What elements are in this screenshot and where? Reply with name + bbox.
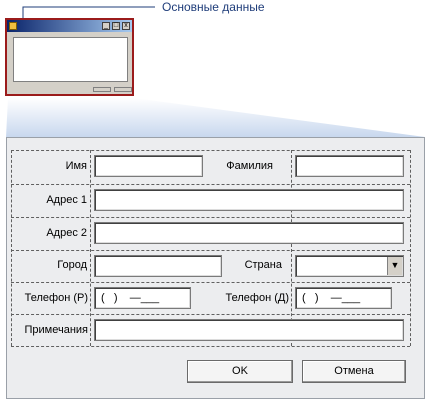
- app-icon: [9, 22, 17, 30]
- phone-home-label: Телефон (Д): [225, 292, 289, 304]
- cancel-button[interactable]: Отмена: [302, 360, 406, 383]
- grid-line: [11, 250, 410, 251]
- grid-line: [11, 282, 410, 283]
- last-name-label: Фамилия: [226, 160, 273, 172]
- grid-line: [11, 217, 410, 218]
- thumbnail-content-area: [13, 37, 128, 82]
- notes-input[interactable]: [94, 319, 404, 341]
- address2-label: Адрес 2: [46, 227, 87, 239]
- city-input[interactable]: [94, 255, 222, 277]
- maximize-icon: □: [112, 22, 120, 30]
- grid-line: [11, 150, 12, 346]
- thumbnail-cancel-button: [114, 87, 132, 92]
- city-label: Город: [57, 259, 87, 271]
- phone-home-input[interactable]: ( ) —___: [295, 287, 392, 309]
- grid-line: [11, 184, 410, 185]
- thumbnail-ok-button: [93, 87, 111, 92]
- country-dropdown[interactable]: ▼: [295, 255, 404, 277]
- address1-input[interactable]: [94, 189, 404, 211]
- grid-line: [11, 150, 410, 151]
- phone-work-mask: ( ) —___: [101, 292, 160, 304]
- grid-line: [291, 150, 292, 346]
- window-thumbnail: _ □ x: [5, 18, 134, 96]
- chevron-down-icon[interactable]: ▼: [387, 257, 402, 275]
- minimize-icon: _: [102, 22, 110, 30]
- zoom-wedge: [6, 98, 425, 137]
- phone-home-mask: ( ) —___: [302, 292, 361, 304]
- first-name-label: Имя: [65, 160, 87, 172]
- grid-line: [90, 150, 91, 346]
- grid-line: [11, 346, 410, 347]
- ok-button[interactable]: OK: [187, 360, 293, 383]
- grid-line: [410, 150, 411, 346]
- last-name-input[interactable]: [295, 155, 404, 177]
- phone-work-label: Телефон (Р): [24, 292, 88, 304]
- country-label: Страна: [244, 259, 282, 271]
- notes-label: Примечания: [24, 324, 88, 336]
- thumbnail-title-bar: _ □ x: [7, 20, 132, 32]
- close-icon: x: [122, 22, 130, 30]
- first-name-input[interactable]: [94, 155, 203, 177]
- thumbnail-caption: Основные данные: [162, 0, 265, 14]
- address2-input[interactable]: [94, 222, 404, 244]
- phone-work-input[interactable]: ( ) —___: [94, 287, 191, 309]
- grid-line: [11, 314, 410, 315]
- form-panel: Имя Фамилия Адрес 1 Адрес 2 Город Страна…: [6, 137, 425, 399]
- address1-label: Адрес 1: [46, 194, 87, 206]
